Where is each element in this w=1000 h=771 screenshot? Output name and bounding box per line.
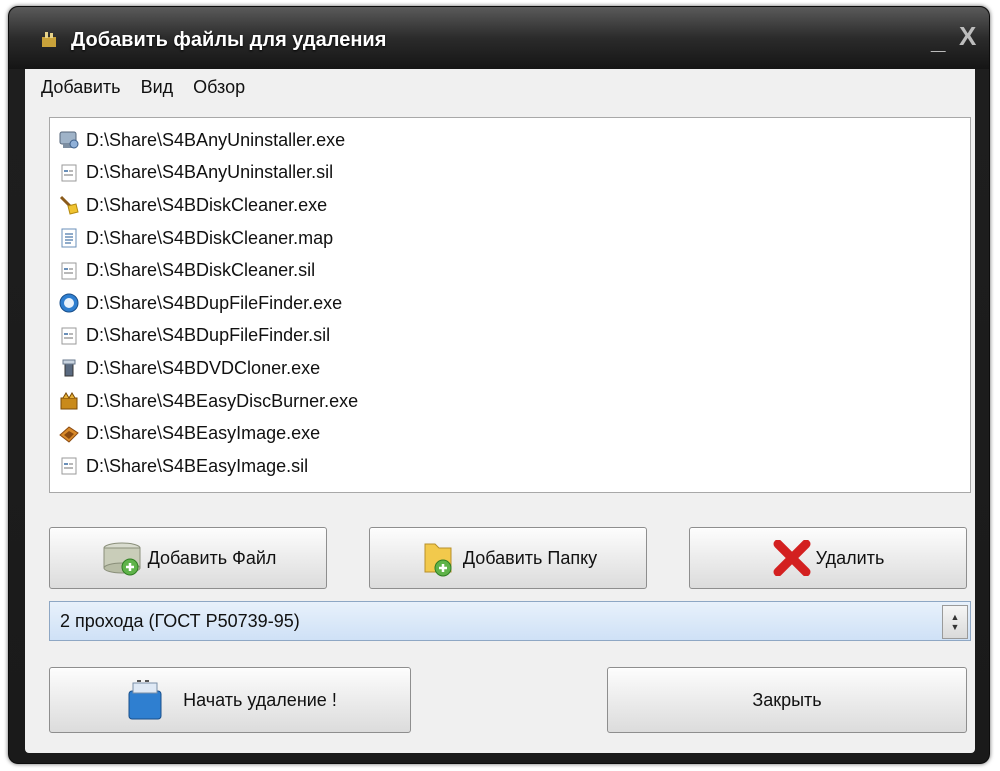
broom-exe-icon (58, 194, 80, 216)
file-path: D:\Share\S4BDVDCloner.exe (86, 357, 321, 378)
file-list-item[interactable]: D:\Share\S4BEasyDiscBurner.exe (50, 385, 970, 418)
start-deletion-button[interactable]: Начать удаление ! (49, 667, 411, 733)
app-window: Добавить файлы для удаления _ X Добавить… (8, 6, 990, 764)
sil-file-icon (58, 455, 80, 477)
select-arrows-icon[interactable]: ▲ ▼ (942, 605, 968, 639)
globe-exe-icon (58, 292, 80, 314)
file-path: D:\Share\S4BDupFileFinder.sil (86, 325, 331, 346)
add-file-icon (100, 538, 144, 578)
file-list-item[interactable]: D:\Share\S4BAnyUninstaller.sil (50, 157, 970, 190)
close-window-button[interactable]: X (959, 21, 976, 51)
burner-exe-icon (58, 390, 80, 412)
menu-bar: Добавить Вид Обзор (25, 77, 245, 101)
red-x-icon (772, 540, 812, 576)
sil-file-icon (58, 325, 80, 347)
menu-item-add[interactable]: Добавить (41, 77, 121, 101)
close-button[interactable]: Закрыть (607, 667, 967, 733)
sil-file-icon (58, 162, 80, 184)
file-path: D:\Share\S4BAnyUninstaller.exe (86, 129, 346, 150)
file-path: D:\Share\S4BEasyDiscBurner.exe (86, 390, 359, 411)
app-icon (39, 29, 59, 49)
image-exe-icon (58, 423, 80, 445)
menu-item-browse[interactable]: Обзор (193, 77, 245, 101)
delete-button[interactable]: Удалить (689, 527, 967, 589)
add-folder-label: Добавить Папку (462, 547, 598, 568)
uninstaller-exe-icon (58, 129, 80, 151)
minimize-button[interactable]: _ (931, 25, 945, 55)
file-list-item[interactable]: D:\Share\S4BDupFileFinder.sil (50, 320, 970, 353)
file-list-item[interactable]: D:\Share\S4BEasyImage.sil (50, 450, 970, 483)
file-path: D:\Share\S4BAnyUninstaller.sil (86, 162, 334, 183)
add-file-button[interactable]: Добавить Файл (49, 527, 327, 589)
start-deletion-label: Начать удаление ! (183, 689, 337, 710)
add-folder-button[interactable]: Добавить Папку (369, 527, 647, 589)
close-label: Закрыть (752, 689, 822, 710)
file-list-item[interactable]: D:\Share\S4BDVDCloner.exe (50, 352, 970, 385)
file-list-item[interactable]: D:\Share\S4BAnyUninstaller.exe (50, 124, 970, 157)
file-list-item[interactable]: D:\Share\S4BDupFileFinder.exe (50, 287, 970, 320)
sil-file-icon (58, 260, 80, 282)
file-list-item[interactable]: D:\Share\S4BDiskCleaner.sil (50, 254, 970, 287)
window-title: Добавить файлы для удаления (71, 29, 387, 51)
file-path: D:\Share\S4BDiskCleaner.sil (86, 260, 316, 281)
dvd-exe-icon (58, 357, 80, 379)
shredder-bin-icon (123, 677, 167, 723)
wipe-method-select[interactable]: 2 прохода (ГОСТ Р50739-95) ▲ ▼ (49, 601, 971, 641)
add-file-label: Добавить Файл (147, 547, 277, 568)
add-folder-icon (419, 538, 459, 578)
file-list-item[interactable]: D:\Share\S4BDiskCleaner.map (50, 222, 970, 255)
file-path: D:\Share\S4BDiskCleaner.map (86, 227, 334, 248)
file-path: D:\Share\S4BDiskCleaner.exe (86, 194, 328, 215)
file-list-item[interactable]: D:\Share\S4BDiskCleaner.exe (50, 189, 970, 222)
file-path: D:\Share\S4BEasyImage.sil (86, 455, 309, 476)
file-list-item[interactable]: D:\Share\S4BEasyImage.exe (50, 417, 970, 450)
menu-item-view[interactable]: Вид (141, 77, 174, 101)
file-list[interactable]: D:\Share\S4BAnyUninstaller.exe D:\Share\S… (49, 117, 971, 493)
title-bar[interactable]: Добавить файлы для удаления _ X (9, 7, 989, 69)
delete-label: Удалить (815, 547, 885, 568)
wipe-method-value: 2 прохода (ГОСТ Р50739-95) (60, 610, 300, 631)
text-file-icon (58, 227, 80, 249)
file-path: D:\Share\S4BEasyImage.exe (86, 423, 321, 444)
client-area: Добавить Вид Обзор D:\Share\S4BAnyUninst… (25, 69, 975, 753)
file-path: D:\Share\S4BDupFileFinder.exe (86, 292, 343, 313)
